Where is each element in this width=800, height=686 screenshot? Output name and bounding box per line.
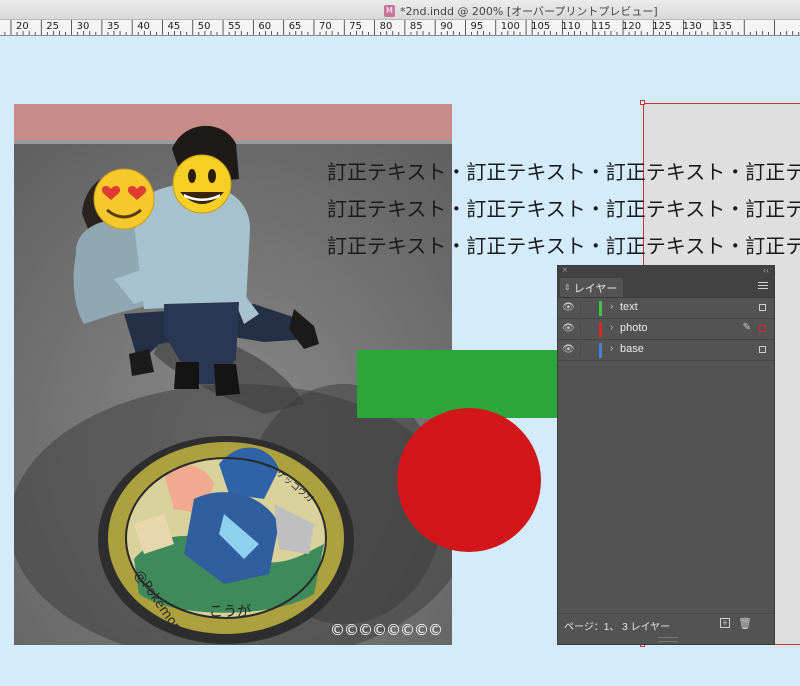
- ruler-label: 60: [258, 21, 272, 32]
- close-icon[interactable]: ×: [562, 265, 568, 276]
- layer-row-base[interactable]: 👁 › base: [558, 340, 774, 361]
- ruler-label: 45: [167, 21, 181, 32]
- resize-grip[interactable]: [658, 637, 678, 642]
- photo-copyright: ©©©©©©©©: [330, 621, 443, 639]
- manhole-text-bottom: こうが: [209, 604, 251, 620]
- chevron-right-icon[interactable]: ›: [610, 322, 613, 333]
- ruler-label: 25: [46, 21, 60, 32]
- ruler-label: 65: [288, 21, 302, 32]
- tab-layers-label: レイヤー: [573, 282, 618, 295]
- eye-icon[interactable]: 👁: [562, 344, 575, 356]
- selection-handle[interactable]: [640, 100, 645, 105]
- eye-icon[interactable]: 👁: [562, 323, 575, 335]
- text-line: 訂正テキスト・訂正テキスト・訂正テキスト・訂正テキスト: [327, 234, 800, 258]
- document-icon: M: [384, 5, 395, 17]
- layer-status-text: ページ：1、 3 レイヤー: [564, 622, 671, 633]
- collapse-icon[interactable]: ‹‹: [763, 265, 769, 275]
- ruler-label: 100: [500, 21, 520, 32]
- selection-square-icon[interactable]: [759, 325, 766, 332]
- smiley-grin-icon: [172, 154, 232, 214]
- horizontal-ruler[interactable]: 20 25 30 35 40 45 50 55 60 65 70 75 80 85 90 95 100 105 11…: [0, 20, 800, 36]
- tab-layers[interactable]: ⇕ レイヤー: [560, 278, 624, 297]
- pen-icon: ✎: [742, 322, 751, 333]
- title-bar: M *2nd.indd @ 200% [オーバープリントプレビュー]: [0, 0, 800, 20]
- updown-icon: ⇕: [564, 283, 571, 292]
- ruler-label: 55: [228, 21, 241, 32]
- green-rectangle[interactable]: [357, 350, 557, 418]
- selection-square-icon[interactable]: [759, 346, 766, 353]
- text-line: 訂正テキスト・訂正テキスト・訂正テキスト・訂正テキスト: [327, 197, 800, 221]
- text-line: 訂正テキスト・訂正テキスト・訂正テキスト・訂正テキスト: [327, 160, 800, 184]
- layer-color-swatch: [599, 301, 602, 316]
- ruler-label: 125: [652, 21, 672, 32]
- ruler-label: 90: [440, 21, 453, 32]
- ruler-ticks: [0, 20, 800, 35]
- ruler-label: 30: [76, 21, 90, 32]
- ruler-label: 20: [16, 21, 29, 32]
- layer-row-text[interactable]: 👁 › text: [558, 298, 774, 319]
- panel-tabbar: ⇕ レイヤー: [558, 278, 774, 298]
- ruler-label: 130: [682, 21, 702, 32]
- chevron-right-icon[interactable]: ›: [610, 301, 613, 312]
- ruler-label: 70: [319, 21, 332, 32]
- ruler-label: 95: [470, 21, 484, 32]
- panel-menu-icon[interactable]: [758, 282, 768, 292]
- layer-name: base: [620, 343, 644, 355]
- new-layer-icon[interactable]: +: [720, 618, 730, 628]
- lock-toggle[interactable]: [580, 301, 593, 315]
- ruler-label: 115: [591, 21, 611, 32]
- ruler-label: 75: [349, 21, 363, 32]
- ruler-label: 135: [712, 21, 732, 32]
- layer-name: text: [620, 301, 638, 313]
- ruler-label: 40: [137, 21, 150, 32]
- selection-square-icon[interactable]: [759, 304, 766, 311]
- ruler-label: 85: [409, 21, 423, 32]
- lock-toggle[interactable]: [580, 343, 593, 357]
- ruler-label: 80: [379, 21, 393, 32]
- text-frame[interactable]: 訂正テキスト・訂正テキスト・訂正テキスト・訂正テキスト 訂正テキスト・訂正テキス…: [327, 154, 800, 264]
- panel-footer: ページ：1、 3 レイヤー + 🗑: [558, 613, 774, 644]
- red-circle[interactable]: [397, 408, 541, 552]
- smiley-heart-eyes-icon: [93, 168, 155, 230]
- chevron-right-icon[interactable]: ›: [610, 343, 613, 354]
- lock-toggle[interactable]: [580, 322, 593, 336]
- title-wrap: M *2nd.indd @ 200% [オーバープリントプレビュー]: [384, 3, 658, 19]
- layer-color-swatch: [599, 343, 602, 358]
- ruler-label: 105: [531, 21, 551, 32]
- layer-row-photo[interactable]: 👁 › photo ✎: [558, 319, 774, 340]
- ruler-label: 120: [622, 21, 642, 32]
- ruler-label: 50: [197, 21, 211, 32]
- panel-topbar: × ‹‹: [558, 265, 774, 278]
- ruler-label: 110: [561, 21, 581, 32]
- window-title: *2nd.indd @ 200% [オーバープリントプレビュー]: [400, 5, 658, 18]
- layer-color-swatch: [599, 322, 602, 337]
- layers-panel: × ‹‹ ⇕ レイヤー 👁 › text 👁 › photo ✎ 👁 › bas…: [557, 265, 775, 645]
- trash-icon[interactable]: 🗑: [738, 617, 752, 630]
- layer-name: photo: [620, 322, 648, 334]
- eye-icon[interactable]: 👁: [562, 302, 575, 314]
- ruler-label: 35: [106, 21, 120, 32]
